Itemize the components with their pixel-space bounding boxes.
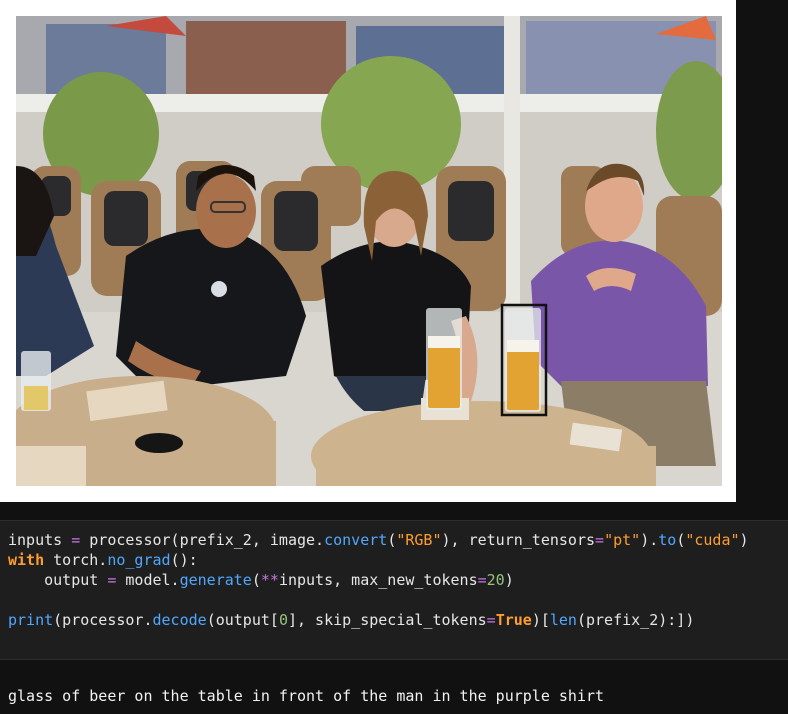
umbrella-pole: [504, 16, 520, 306]
output-text: glass of beer on the table in front of t…: [8, 687, 605, 705]
cell-output: glass of beer on the table in front of t…: [0, 660, 788, 714]
code-line-2: with torch.no_grad():: [8, 551, 198, 569]
code-cell[interactable]: inputs = processor(prefix_2, image.conve…: [0, 520, 788, 660]
code-line-5: print(processor.decode(output[0], skip_s…: [8, 611, 695, 629]
beer-glass-target: [505, 308, 541, 412]
code-line-1: inputs = processor(prefix_2, image.conve…: [8, 531, 749, 549]
cafe-photo: [16, 16, 722, 486]
code-line-3: output = model.generate(**inputs, max_ne…: [8, 571, 514, 589]
beer-glass-left: [426, 308, 462, 410]
ashtray: [135, 433, 183, 453]
image-output: [0, 0, 736, 502]
